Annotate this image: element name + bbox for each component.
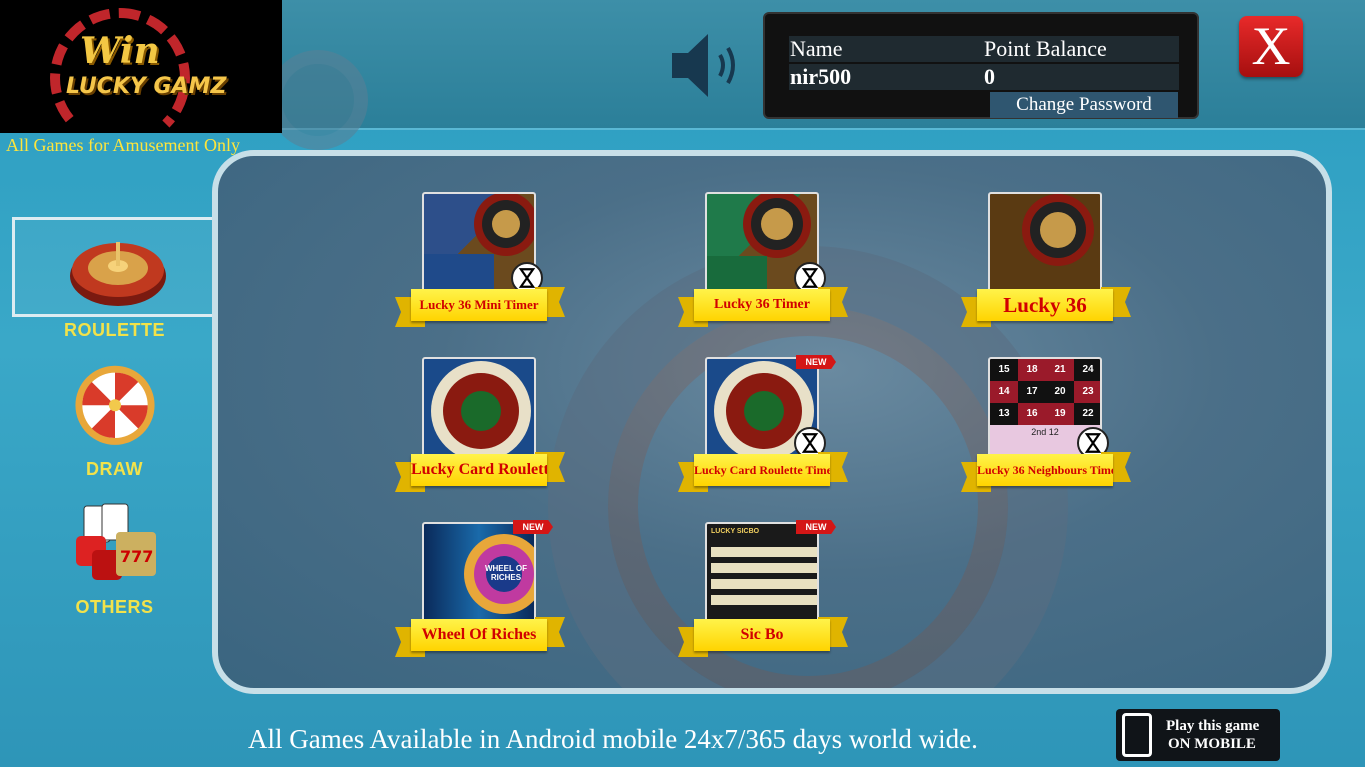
- game-title: Lucky 36: [1003, 293, 1087, 317]
- game-ribbon: Sic Bo: [678, 617, 848, 657]
- game-thumbnail: [422, 357, 536, 459]
- game-ribbon: Lucky Card Roulette: [395, 452, 565, 492]
- game-title: Wheel Of Riches: [421, 626, 537, 643]
- lucky-gamz-logo: Win LUCKY GAMZ: [0, 0, 282, 148]
- wheel-of-riches-thumb-text: WHEEL OF RICHES: [484, 564, 528, 582]
- new-badge: NEW: [796, 520, 836, 534]
- phone-icon: [1122, 713, 1152, 757]
- game-ribbon: Lucky 36 Neighbours Timer: [961, 452, 1131, 492]
- game-thumbnail: WHEEL OF RICHES: [422, 522, 536, 624]
- new-badge: NEW: [796, 355, 836, 369]
- grid-number: 13: [990, 403, 1018, 425]
- game-ribbon: Lucky 36 Mini Timer: [395, 287, 565, 327]
- grid-number: 18: [1018, 359, 1046, 381]
- sicbo-board-icon: [711, 547, 817, 605]
- username-value: nir500: [790, 64, 852, 89]
- sidebar-label-others[interactable]: OTHERS: [12, 597, 217, 618]
- sidebar-label-draw[interactable]: DRAW: [12, 459, 217, 480]
- svg-text:777: 777: [120, 547, 153, 566]
- grid-number: 20: [1046, 381, 1074, 403]
- balance-value: 0: [984, 64, 995, 89]
- game-tile-wheel-of-riches[interactable]: WHEEL OF RICHES NEW Wheel Of Riches: [395, 520, 565, 662]
- grid-number: 24: [1074, 359, 1100, 381]
- account-panel: Name Point Balance nir500 0 Change Passw…: [763, 12, 1199, 119]
- grid-number: 22: [1074, 403, 1100, 425]
- sidebar-item-roulette[interactable]: [12, 217, 217, 317]
- close-button[interactable]: X: [1239, 16, 1303, 77]
- play-on-mobile-button[interactable]: Play this game ON MOBILE: [1116, 709, 1280, 761]
- game-title: Lucky Card Roulette Timer: [694, 463, 830, 477]
- point-balance-label: Point Balance: [984, 36, 1107, 61]
- new-badge: NEW: [513, 520, 553, 534]
- game-ribbon: Lucky Card Roulette Timer: [678, 452, 848, 492]
- game-title: Lucky 36 Timer: [714, 297, 810, 312]
- game-tile-lucky-36[interactable]: Lucky 36: [961, 192, 1131, 332]
- game-thumbnail: LUCKY SICBO: [705, 522, 819, 624]
- mobile-line2: ON MOBILE: [1168, 736, 1256, 752]
- game-tile-lucky-card-roulette[interactable]: Lucky Card Roulette: [395, 357, 565, 497]
- logo-name-text: LUCKY GAMZ: [66, 74, 227, 99]
- sidebar-item-draw[interactable]: [12, 356, 217, 456]
- roulette-wheel-icon: [70, 242, 166, 306]
- grid-number: 17: [1018, 381, 1046, 403]
- prize-wheel-icon: [75, 365, 155, 445]
- game-tile-lucky-36-neighbours-timer[interactable]: 15 18 21 24 14 17 20 23 13 16 19 22 2nd …: [961, 357, 1131, 497]
- cards-dice-icon: 777: [76, 503, 156, 580]
- grid-number: 23: [1074, 381, 1100, 403]
- grid-number: 14: [990, 381, 1018, 403]
- game-tile-sic-bo[interactable]: LUCKY SICBO NEW Sic Bo: [678, 520, 848, 662]
- card-wheel-icon: [431, 361, 531, 457]
- game-title: Lucky Card Roulette: [411, 461, 547, 478]
- game-tile-lucky-36-mini-timer[interactable]: Lucky 36 Mini Timer: [395, 192, 565, 332]
- sidebar-label-roulette[interactable]: ROULETTE: [12, 320, 217, 341]
- poker-chip-decoration: [268, 50, 368, 150]
- game-ribbon: Wheel Of Riches: [395, 617, 565, 657]
- roulette-thumb-icon: [1022, 194, 1094, 266]
- footer-text: All Games Available in Android mobile 24…: [248, 724, 978, 754]
- speaker-icon[interactable]: [668, 28, 748, 103]
- grid-number: 15: [990, 359, 1018, 381]
- grid-number: 19: [1046, 403, 1074, 425]
- mobile-line1: Play this game: [1166, 718, 1260, 734]
- change-password-button[interactable]: Change Password: [990, 92, 1178, 118]
- number-grid: 15 18 21 24 14 17 20 23 13 16 19 22: [990, 359, 1100, 425]
- grid-number: 16: [1018, 403, 1046, 425]
- sidebar-item-others[interactable]: 777: [12, 494, 217, 594]
- game-ribbon: Lucky 36 Timer: [678, 287, 848, 327]
- game-tile-lucky-card-roulette-timer[interactable]: NEW Lucky Card Roulette Timer: [678, 355, 848, 497]
- game-title: Lucky 36 Mini Timer: [419, 297, 539, 312]
- name-label: Name: [790, 36, 843, 61]
- logo-win-text: Win: [80, 30, 160, 72]
- game-title: Lucky 36 Neighbours Timer: [977, 463, 1113, 477]
- game-thumbnail: [988, 192, 1102, 294]
- game-tile-lucky-36-timer[interactable]: Lucky 36 Timer: [678, 192, 848, 332]
- grid-number: 21: [1046, 359, 1074, 381]
- game-ribbon: Lucky 36: [961, 287, 1131, 327]
- game-title: Sic Bo: [740, 626, 784, 643]
- amusement-note: All Games for Amusement Only: [6, 135, 240, 155]
